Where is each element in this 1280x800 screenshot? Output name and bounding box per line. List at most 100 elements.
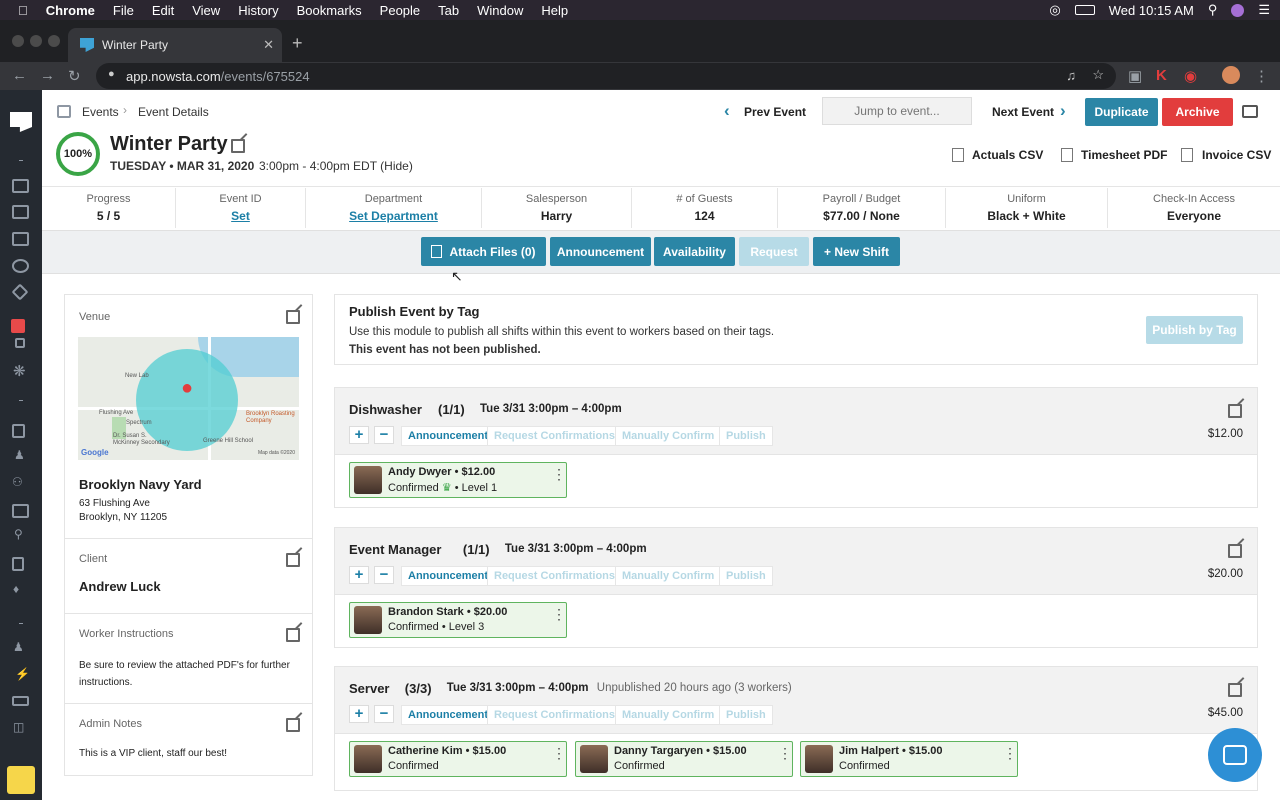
shift-announcement-button[interactable]: Announcement — [401, 566, 496, 586]
actuals-csv-link[interactable]: Actuals CSV — [972, 148, 1043, 162]
stack-icon[interactable] — [15, 338, 25, 348]
profile-icon[interactable]: ♟ — [13, 640, 24, 654]
reload-icon[interactable]: ↻ — [68, 67, 81, 85]
share-icon[interactable] — [1242, 105, 1258, 118]
new-shift-button[interactable]: + New Shift — [813, 237, 900, 266]
menu-window[interactable]: Window — [477, 3, 523, 18]
duplicate-button[interactable]: Duplicate — [1085, 98, 1158, 126]
worker-card[interactable]: Brandon Stark • $20.00 Confirmed • Level… — [349, 602, 567, 638]
credit-card-icon[interactable] — [12, 696, 29, 706]
shift-manually-confirm-button[interactable]: Manually Confirm — [615, 705, 722, 725]
window-zoom-icon[interactable] — [48, 35, 60, 47]
menu-history[interactable]: History — [238, 3, 278, 18]
remove-worker-icon[interactable]: − — [374, 705, 394, 723]
timesheet-pdf-link[interactable]: Timesheet PDF — [1081, 148, 1167, 162]
calendar-week-icon[interactable] — [12, 205, 29, 219]
edit-event-icon[interactable] — [231, 139, 245, 153]
shift-request-confirmations-button[interactable]: Request Confirmations — [487, 566, 623, 586]
tab-close-icon[interactable]: ✕ — [263, 37, 274, 53]
back-icon[interactable]: ← — [12, 67, 27, 84]
add-worker-icon[interactable]: + — [349, 426, 369, 444]
menu-app[interactable]: Chrome — [46, 3, 95, 18]
nowsta-logo-icon[interactable] — [10, 112, 32, 132]
edit-shift-icon[interactable] — [1228, 683, 1242, 697]
invoice-csv-link[interactable]: Invoice CSV — [1202, 148, 1271, 162]
chrome-menu-icon[interactable]: ⋮ — [1254, 67, 1269, 85]
next-event-link[interactable]: Next Event — [992, 105, 1054, 119]
id-card-icon[interactable] — [12, 504, 29, 518]
menu-help[interactable]: Help — [541, 3, 568, 18]
company-avatar[interactable] — [7, 766, 35, 794]
battery-icon[interactable] — [1074, 5, 1095, 15]
user-badge-icon[interactable]: ♟ — [14, 448, 25, 462]
window-minimize-icon[interactable] — [30, 35, 42, 47]
edit-client-icon[interactable] — [286, 553, 300, 567]
menu-edit[interactable]: Edit — [152, 3, 174, 18]
next-chevron-icon[interactable]: › — [1060, 101, 1066, 121]
edit-venue-icon[interactable] — [286, 310, 300, 324]
worker-card[interactable]: Catherine Kim • $15.00 Confirmed ⋮ — [349, 741, 567, 777]
org-chart-icon[interactable]: ◫ — [13, 720, 24, 734]
shift-announcement-button[interactable]: Announcement — [401, 426, 496, 446]
edit-admin-notes-icon[interactable] — [286, 718, 300, 732]
request-button[interactable]: Request — [739, 237, 809, 266]
shift-manually-confirm-button[interactable]: Manually Confirm — [615, 566, 722, 586]
jump-to-event-input[interactable] — [822, 97, 972, 125]
worker-menu-icon[interactable]: ⋮ — [552, 467, 566, 481]
bookmark-star-icon[interactable]: ☆ — [1092, 67, 1104, 83]
worker-menu-icon[interactable]: ⋮ — [552, 746, 566, 760]
add-worker-icon[interactable]: + — [349, 566, 369, 584]
remove-worker-icon[interactable]: − — [374, 566, 394, 584]
attach-files-button[interactable]: Attach Files (0) — [421, 237, 546, 266]
menu-view[interactable]: View — [192, 3, 220, 18]
chat-launcher-button[interactable] — [1208, 728, 1262, 782]
menubar-clock[interactable]: Wed 10:15 AM — [1109, 3, 1194, 18]
shift-announcement-button[interactable]: Announcement — [401, 705, 496, 725]
set-department-link[interactable]: Set Department — [306, 209, 481, 223]
wifi-icon[interactable]: ◎ — [1049, 2, 1060, 18]
profile-avatar[interactable] — [1222, 66, 1240, 84]
briefcase-icon[interactable] — [12, 557, 24, 571]
menu-tab[interactable]: Tab — [438, 3, 459, 18]
worker-menu-icon[interactable]: ⋮ — [778, 746, 792, 760]
spotlight-icon[interactable]: ⚲ — [1208, 2, 1218, 18]
breadcrumb-events[interactable]: Events — [82, 105, 119, 119]
edit-shift-icon[interactable] — [1228, 404, 1242, 418]
remove-worker-icon[interactable]: − — [374, 426, 394, 444]
prev-chevron-icon[interactable]: ‹ — [724, 101, 730, 121]
publish-by-tag-button[interactable]: Publish by Tag — [1146, 316, 1243, 344]
worker-menu-icon[interactable]: ⋮ — [1003, 746, 1017, 760]
tag-icon[interactable]: ♦ — [13, 582, 19, 596]
address-bar[interactable]: ● app.nowsta.com/events/675524 ♫ ☆ — [96, 63, 1116, 89]
shift-publish-button[interactable]: Publish — [719, 705, 773, 725]
announcement-button[interactable]: Announcement — [550, 237, 651, 266]
worker-card[interactable]: Danny Targaryen • $15.00 Confirmed ⋮ — [575, 741, 793, 777]
forward-icon[interactable]: → — [40, 67, 55, 84]
bolt-icon[interactable]: ⚡ — [15, 667, 30, 681]
control-center-icon[interactable]: ☰ — [1258, 2, 1270, 18]
document-icon[interactable] — [12, 424, 25, 438]
shift-manually-confirm-button[interactable]: Manually Confirm — [615, 426, 722, 446]
shift-request-confirmations-button[interactable]: Request Confirmations — [487, 705, 623, 725]
extension-icon[interactable]: ▣ — [1128, 67, 1142, 85]
shift-request-confirmations-button[interactable]: Request Confirmations — [487, 426, 623, 446]
shift-publish-button[interactable]: Publish — [719, 426, 773, 446]
availability-button[interactable]: Availability — [654, 237, 735, 266]
edit-instructions-icon[interactable] — [286, 628, 300, 642]
add-worker-icon[interactable]: + — [349, 705, 369, 723]
extension-k-icon[interactable]: K — [1156, 67, 1167, 84]
worker-card[interactable]: Andy Dwyer • $12.00 Confirmed ♛ • Level … — [349, 462, 567, 498]
diamond-icon[interactable] — [11, 283, 29, 301]
archive-button[interactable]: Archive — [1162, 98, 1233, 126]
menu-file[interactable]: File — [113, 3, 134, 18]
new-tab-icon[interactable]: + — [292, 33, 303, 54]
clock-icon[interactable] — [12, 259, 29, 273]
location-icon[interactable]: ⚲ — [14, 527, 23, 541]
calendar-icon[interactable] — [12, 179, 29, 193]
team-icon[interactable]: ⚇ — [12, 475, 23, 489]
edit-shift-icon[interactable] — [1228, 544, 1242, 558]
prev-event-link[interactable]: Prev Event — [744, 105, 806, 119]
menu-people[interactable]: People — [380, 3, 420, 18]
settings-icon[interactable]: ❋ — [13, 362, 26, 380]
events-active-icon[interactable] — [11, 319, 25, 333]
